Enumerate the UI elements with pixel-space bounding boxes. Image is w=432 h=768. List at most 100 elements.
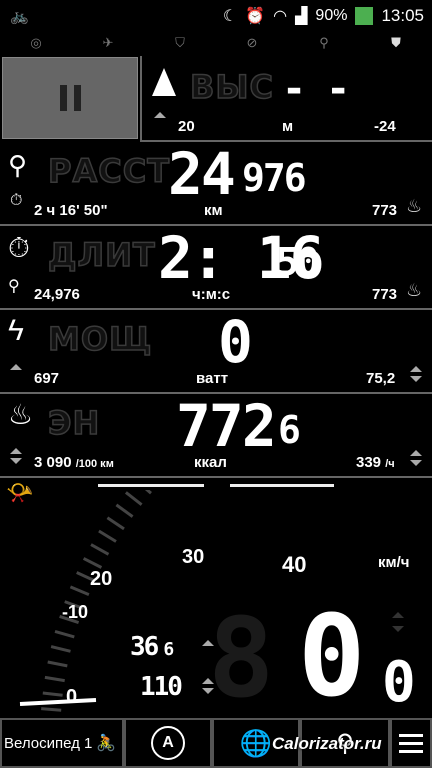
power-value: 0 [218, 308, 253, 376]
menu-button[interactable] [390, 718, 432, 768]
pulse-icon: ⊘ [246, 35, 258, 50]
globe-pin-icon: 🌐 [239, 727, 273, 758]
up-arrow-icon [410, 366, 422, 372]
energy-unit: ккал [194, 454, 227, 471]
cadence-value: 36 6 [130, 632, 174, 662]
screen-tabs: ◎ ✈ ⛉ ⊘ ⚲ ⛊ [0, 32, 432, 54]
battery-icon [355, 7, 374, 25]
pocket-icon: ⛊ [391, 35, 401, 50]
speed-ghost: 8 [208, 594, 274, 722]
speed-down-icon [392, 626, 404, 632]
speed-main: 0 [298, 592, 365, 722]
tick-label-30: 30 [182, 546, 205, 568]
progress-bar-left [98, 484, 204, 487]
down-arrow-icon [10, 458, 22, 464]
distance-frac: 976 [242, 156, 307, 200]
tab-pulse[interactable]: ⊘ [241, 35, 263, 51]
speed-tick [44, 675, 65, 683]
power-row[interactable]: ϟ МОЩ 0 697 ватт 75,2 [0, 308, 432, 394]
up-arrow-icon [10, 448, 22, 454]
speed-tick [144, 490, 152, 495]
speed-tick [47, 660, 68, 668]
status-bar: 🚲 ☾ ⏰ ◠ ▟ 90% 13:05 [0, 0, 432, 32]
status-right: ☾ ⏰ ◠ ▟ 90% 13:05 [223, 6, 424, 26]
cyclist-icon: 🚴 [96, 735, 117, 752]
altitude-min: 20 [178, 118, 195, 135]
speed-tick [115, 503, 134, 518]
watermark: Calorizator.ru [272, 734, 382, 753]
satellite-icon: ✈ [102, 35, 114, 50]
route-small-icon: ⚲ [8, 278, 20, 295]
profile-label: Велосипед 1 [4, 734, 93, 752]
duration-distance: 24,976 [34, 286, 80, 303]
progress-bar-right [230, 484, 334, 487]
speed-tick [69, 585, 90, 596]
speed-tick [98, 529, 117, 543]
alarm-icon: ⏰ [245, 8, 266, 25]
signal-icon: ▟ [295, 8, 308, 25]
down-arrow-icon [410, 460, 422, 466]
duration-unit: ч:м:с [192, 286, 231, 303]
speed-unit: км/ч [378, 554, 410, 571]
record-icon: ◎ [30, 35, 42, 50]
speed-tick [41, 707, 62, 712]
tab-shield[interactable]: ⛉ [169, 35, 191, 51]
power-unit: ватт [196, 370, 229, 387]
speed-needle [19, 698, 97, 706]
speed-tick [54, 629, 75, 639]
compass-button[interactable]: A [124, 718, 212, 768]
distance-time: 2 ч 16' 50" [34, 202, 108, 219]
pause-button[interactable] [2, 57, 138, 139]
distance-row[interactable]: ⚲ РАССТ 24 976 ⏱ 2 ч 16' 50" км 773 ♨ [0, 140, 432, 226]
tab-route[interactable]: ⚲ [313, 35, 335, 51]
profile-button[interactable]: Велосипед 1 🚴 [0, 718, 124, 768]
altitude-row[interactable]: ВЫС - - 20 м -24 [140, 56, 432, 142]
tab-pocket[interactable]: ⛊ [385, 35, 407, 51]
duration-label: ДЛИТ [47, 235, 156, 275]
speed-tick [106, 516, 125, 531]
energy-frac: 6 [278, 408, 301, 452]
up-arrow-icon [154, 112, 166, 118]
altitude-value: - - [282, 66, 350, 112]
altitude-label: ВЫС [189, 67, 275, 107]
distance-main: 24 [168, 140, 236, 208]
power-avg: 75,2 [366, 370, 396, 387]
bicycle-icon: 🚲 [10, 8, 29, 25]
mountain-icon [152, 68, 176, 96]
duration-row[interactable]: ⏱ ДЛИТ 2: 16 50 ⚲ 24,976 ч:м:с 773 ♨ [0, 224, 432, 310]
route-pin-icon: ⚲ [319, 35, 329, 50]
energy-label: ЭН [47, 403, 101, 443]
distance-kcal: 773 [372, 202, 398, 219]
distance-unit: км [204, 202, 223, 219]
stopwatch-icon: ⏱ [10, 192, 23, 209]
speed-frac: 0 [382, 650, 416, 715]
compass-icon: A [151, 726, 185, 760]
speed-tick [82, 557, 103, 569]
tab-record[interactable]: ◎ [25, 35, 47, 51]
distance-label: РАССТ [47, 151, 171, 191]
tick-label-20: 20 [90, 568, 113, 590]
speed-tick [124, 491, 143, 506]
energy-row[interactable]: ♨ ЭН 772 6 3 090 /100 км ккал 339 /ч [0, 392, 432, 478]
speed-tick [42, 691, 63, 697]
down-arrow-icon [410, 376, 422, 382]
tab-satellite[interactable]: ✈ [97, 35, 119, 51]
tick-label-40: 40 [282, 552, 307, 577]
speed-tick [50, 645, 71, 653]
altitude-max: -24 [374, 118, 396, 135]
clock: 13:05 [381, 6, 424, 25]
duration-kcal: 773 [372, 286, 398, 303]
energy-main: 772 [176, 392, 277, 460]
wifi-icon: ◠ [273, 8, 288, 25]
tick-label-0: 0 [66, 686, 78, 708]
stopwatch-large-icon: ⏱ [8, 232, 30, 263]
pause-icon [59, 85, 81, 111]
shield-icon: ⛉ [175, 35, 185, 50]
power-max: 697 [34, 370, 60, 387]
route-icon: ⚲ [8, 150, 28, 180]
speed-tick [90, 543, 110, 556]
up-arrow-icon [10, 364, 22, 370]
up-arrow-icon [410, 450, 422, 456]
flame-icon: ♨ [406, 196, 423, 216]
battery-percent: 90% [315, 7, 348, 24]
